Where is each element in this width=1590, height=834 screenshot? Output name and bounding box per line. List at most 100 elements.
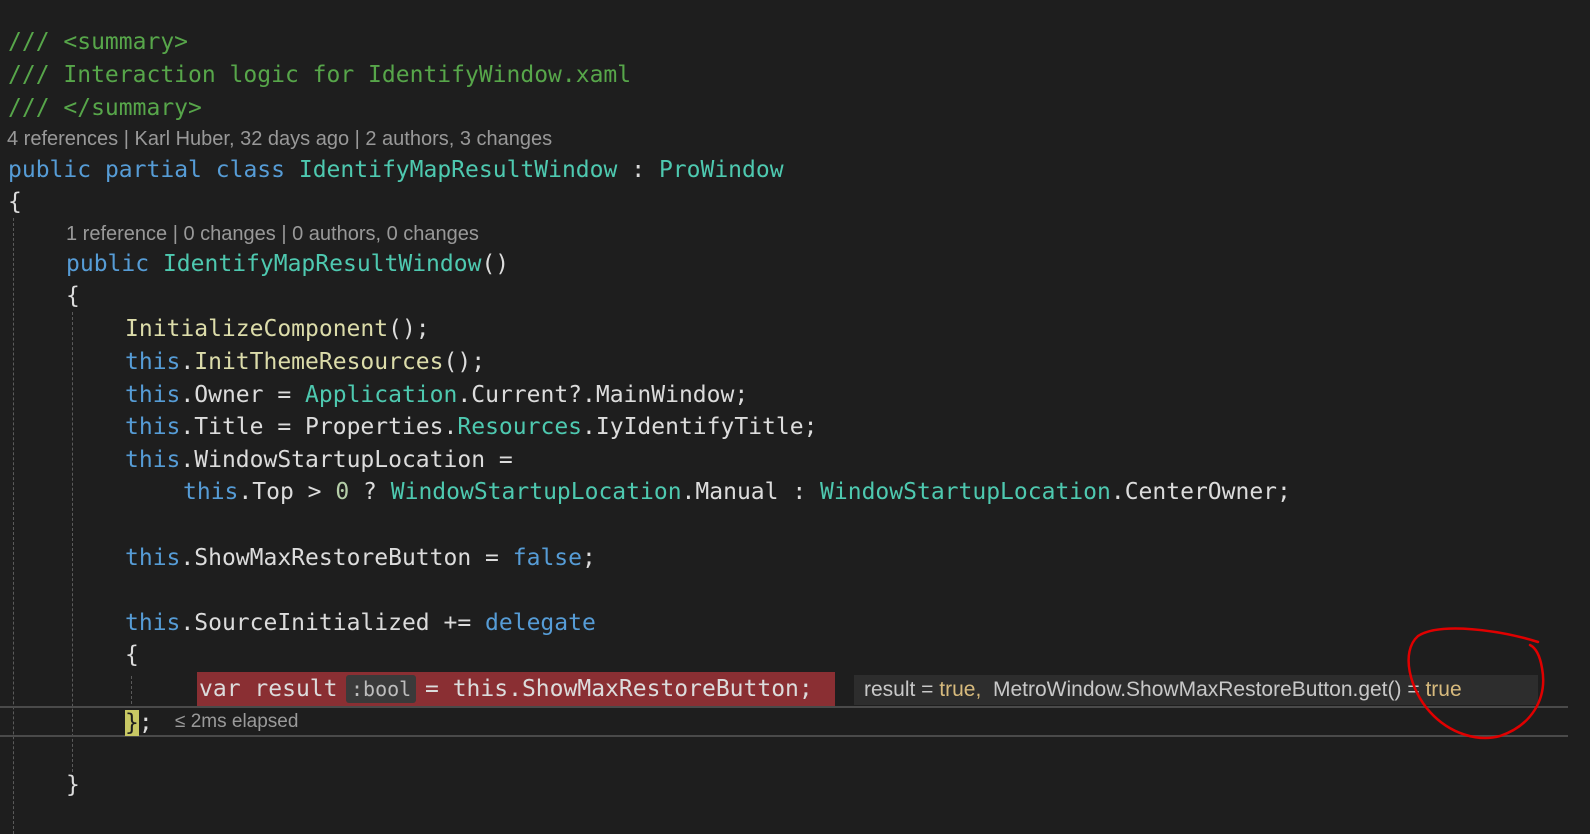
- type-name[interactable]: WindowStartupLocation: [820, 479, 1111, 505]
- current-line-border-top: [0, 706, 1568, 708]
- type-inlay-hint: :bool: [346, 675, 417, 703]
- keyword-this: this: [183, 479, 239, 505]
- property[interactable]: ShowMaxRestoreButton;: [522, 676, 813, 702]
- keyword-false: false: [512, 545, 582, 571]
- dot: .: [180, 545, 195, 571]
- dot: .: [508, 676, 522, 702]
- code-line-owner: this.Owner = Application.Current?.MainWi…: [125, 380, 748, 410]
- assign: =: [263, 382, 306, 408]
- delegate-close-brace: };: [125, 708, 153, 738]
- code-line-show-max: this.ShowMaxRestoreButton = false;: [125, 543, 596, 573]
- code-line-init-theme: this.InitThemeResources();: [125, 347, 485, 377]
- operator: +=: [429, 610, 486, 636]
- operator: ?: [349, 479, 391, 505]
- assign: =: [263, 414, 306, 440]
- matched-brace: }: [125, 710, 139, 736]
- property[interactable]: Title: [194, 414, 263, 440]
- operator: :: [778, 479, 821, 505]
- keyword-this: this: [452, 676, 509, 702]
- ctor-open-brace: {: [66, 283, 80, 309]
- debugger-datatip[interactable]: result = true, MetroWindow.ShowMaxRestor…: [854, 675, 1538, 705]
- property[interactable]: Top: [252, 479, 294, 505]
- keyword: class: [215, 157, 285, 183]
- dot: .: [681, 479, 696, 505]
- keyword-delegate: delegate: [485, 610, 596, 636]
- dot: .: [180, 414, 195, 440]
- keyword: public: [8, 157, 92, 183]
- datatip-result-label: result =: [864, 678, 940, 701]
- property[interactable]: WindowStartupLocation: [194, 447, 485, 473]
- code-line-initialize: InitializeComponent();: [125, 314, 430, 344]
- codelens-constructor[interactable]: 1 reference | 0 changes | 0 authors, 0 c…: [66, 221, 479, 247]
- parens: (): [481, 251, 510, 277]
- code-line-title: this.Title = Properties.Resources.IyIden…: [125, 412, 817, 442]
- keyword-this: this: [125, 545, 181, 571]
- dot: .: [180, 382, 195, 408]
- keyword-this: this: [125, 349, 181, 375]
- dot: .: [443, 414, 458, 440]
- keyword-this: this: [125, 447, 181, 473]
- member-access[interactable]: Current?.MainWindow;: [471, 382, 748, 408]
- constructor-declaration: public IdentifyMapResultWindow(): [66, 249, 509, 279]
- type-name[interactable]: Resources: [457, 414, 582, 440]
- call-end: ();: [443, 349, 486, 375]
- namespace[interactable]: Properties: [305, 414, 443, 440]
- code-line-current-statement[interactable]: var result: [199, 674, 338, 704]
- colon: :: [631, 157, 646, 183]
- keyword-this: this: [125, 414, 181, 440]
- property[interactable]: ShowMaxRestoreButton: [194, 545, 471, 571]
- datatip-getter-value: true: [1425, 678, 1462, 701]
- semicolon: ;: [138, 710, 153, 736]
- datatip-getter-label: MetroWindow.ShowMaxRestoreButton.get() =: [993, 678, 1426, 701]
- variable-name[interactable]: result: [254, 676, 337, 702]
- ctor-close-brace: }: [66, 772, 80, 798]
- keyword-var: var: [199, 676, 241, 702]
- number-literal: 0: [335, 479, 350, 505]
- enum-member[interactable]: Manual: [695, 479, 778, 505]
- summary-close-comment: /// </summary>: [8, 95, 202, 121]
- delegate-open-brace: {: [125, 642, 139, 668]
- summary-text-comment: /// Interaction logic for IdentifyWindow…: [8, 62, 632, 88]
- property[interactable]: Owner: [194, 382, 263, 408]
- dot: .: [180, 349, 195, 375]
- operator: >: [293, 479, 336, 505]
- dot: .: [582, 414, 596, 440]
- semicolon: ;: [582, 545, 596, 571]
- elapsed-time-perftip[interactable]: ≤ 2ms elapsed: [175, 711, 298, 733]
- event-name[interactable]: SourceInitialized: [194, 610, 429, 636]
- keyword: partial: [104, 157, 202, 183]
- member-access[interactable]: IyIdentifyTitle;: [596, 414, 818, 440]
- class-open-brace: {: [8, 189, 22, 215]
- indent-guide-class: [13, 218, 14, 834]
- codelens-class[interactable]: 4 references | Karl Huber, 32 days ago |…: [7, 126, 552, 152]
- type-name[interactable]: Application: [305, 382, 457, 408]
- assign: =: [485, 447, 513, 473]
- keyword-this: this: [125, 382, 181, 408]
- code-line-current-statement-rest[interactable]: = this.ShowMaxRestoreButton;: [425, 674, 813, 704]
- code-line-startup-location: this.WindowStartupLocation =: [125, 445, 513, 475]
- constructor-name[interactable]: IdentifyMapResultWindow: [163, 251, 482, 277]
- enum-member[interactable]: CenterOwner;: [1125, 479, 1291, 505]
- summary-open-comment: /// <summary>: [8, 29, 189, 55]
- code-line-ternary: this.Top > 0 ? WindowStartupLocation.Man…: [183, 477, 1291, 507]
- method-name[interactable]: InitializeComponent: [125, 316, 388, 342]
- keyword: public: [66, 251, 150, 277]
- dot: .: [180, 610, 195, 636]
- dot: .: [457, 382, 472, 408]
- dot: .: [1110, 479, 1125, 505]
- dot: .: [180, 447, 195, 473]
- datatip-result-value: true,: [939, 678, 982, 701]
- type-name[interactable]: WindowStartupLocation: [391, 479, 682, 505]
- assign: =: [471, 545, 513, 571]
- method-name[interactable]: InitThemeResources: [194, 349, 443, 375]
- code-line-source-initialized: this.SourceInitialized += delegate: [125, 608, 596, 638]
- keyword-this: this: [125, 610, 181, 636]
- indent-guide-delegate: [131, 676, 132, 704]
- current-line-border-bottom: [0, 735, 1568, 737]
- class-declaration: public partial class IdentifyMapResultWi…: [8, 155, 784, 185]
- indent-guide-ctor: [72, 312, 73, 772]
- base-class-name[interactable]: ProWindow: [659, 157, 784, 183]
- dot: .: [238, 479, 253, 505]
- call-end: ();: [388, 316, 430, 342]
- class-name[interactable]: IdentifyMapResultWindow: [299, 157, 618, 183]
